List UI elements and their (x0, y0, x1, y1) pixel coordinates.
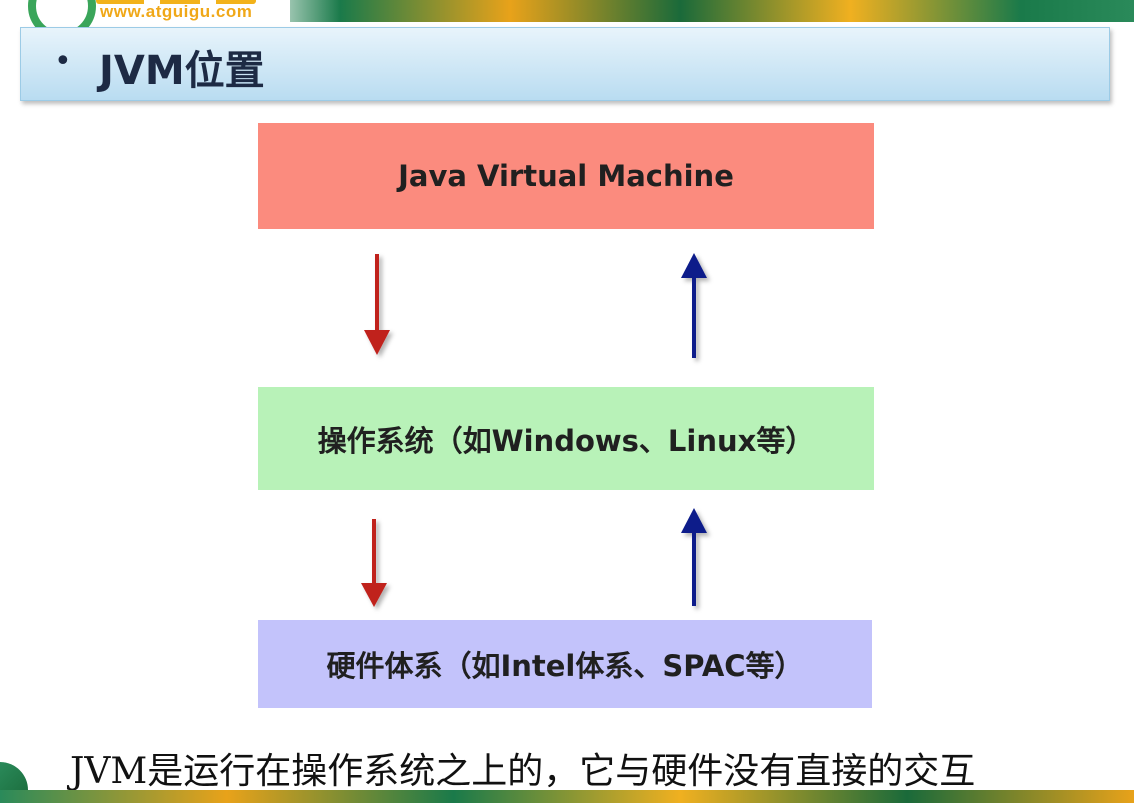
down-arrow-os-to-hardware (361, 519, 387, 607)
up-arrow-os-to-jvm (681, 253, 707, 358)
caption-text: JVM是运行在操作系统之上的，它与硬件没有直接的交互 (70, 751, 976, 792)
up-arrow-hardware-to-os (681, 508, 707, 606)
down-arrow-jvm-to-os (364, 254, 390, 355)
slide-theme-bottom-strip (0, 790, 1134, 803)
flow-arrows (361, 253, 707, 607)
